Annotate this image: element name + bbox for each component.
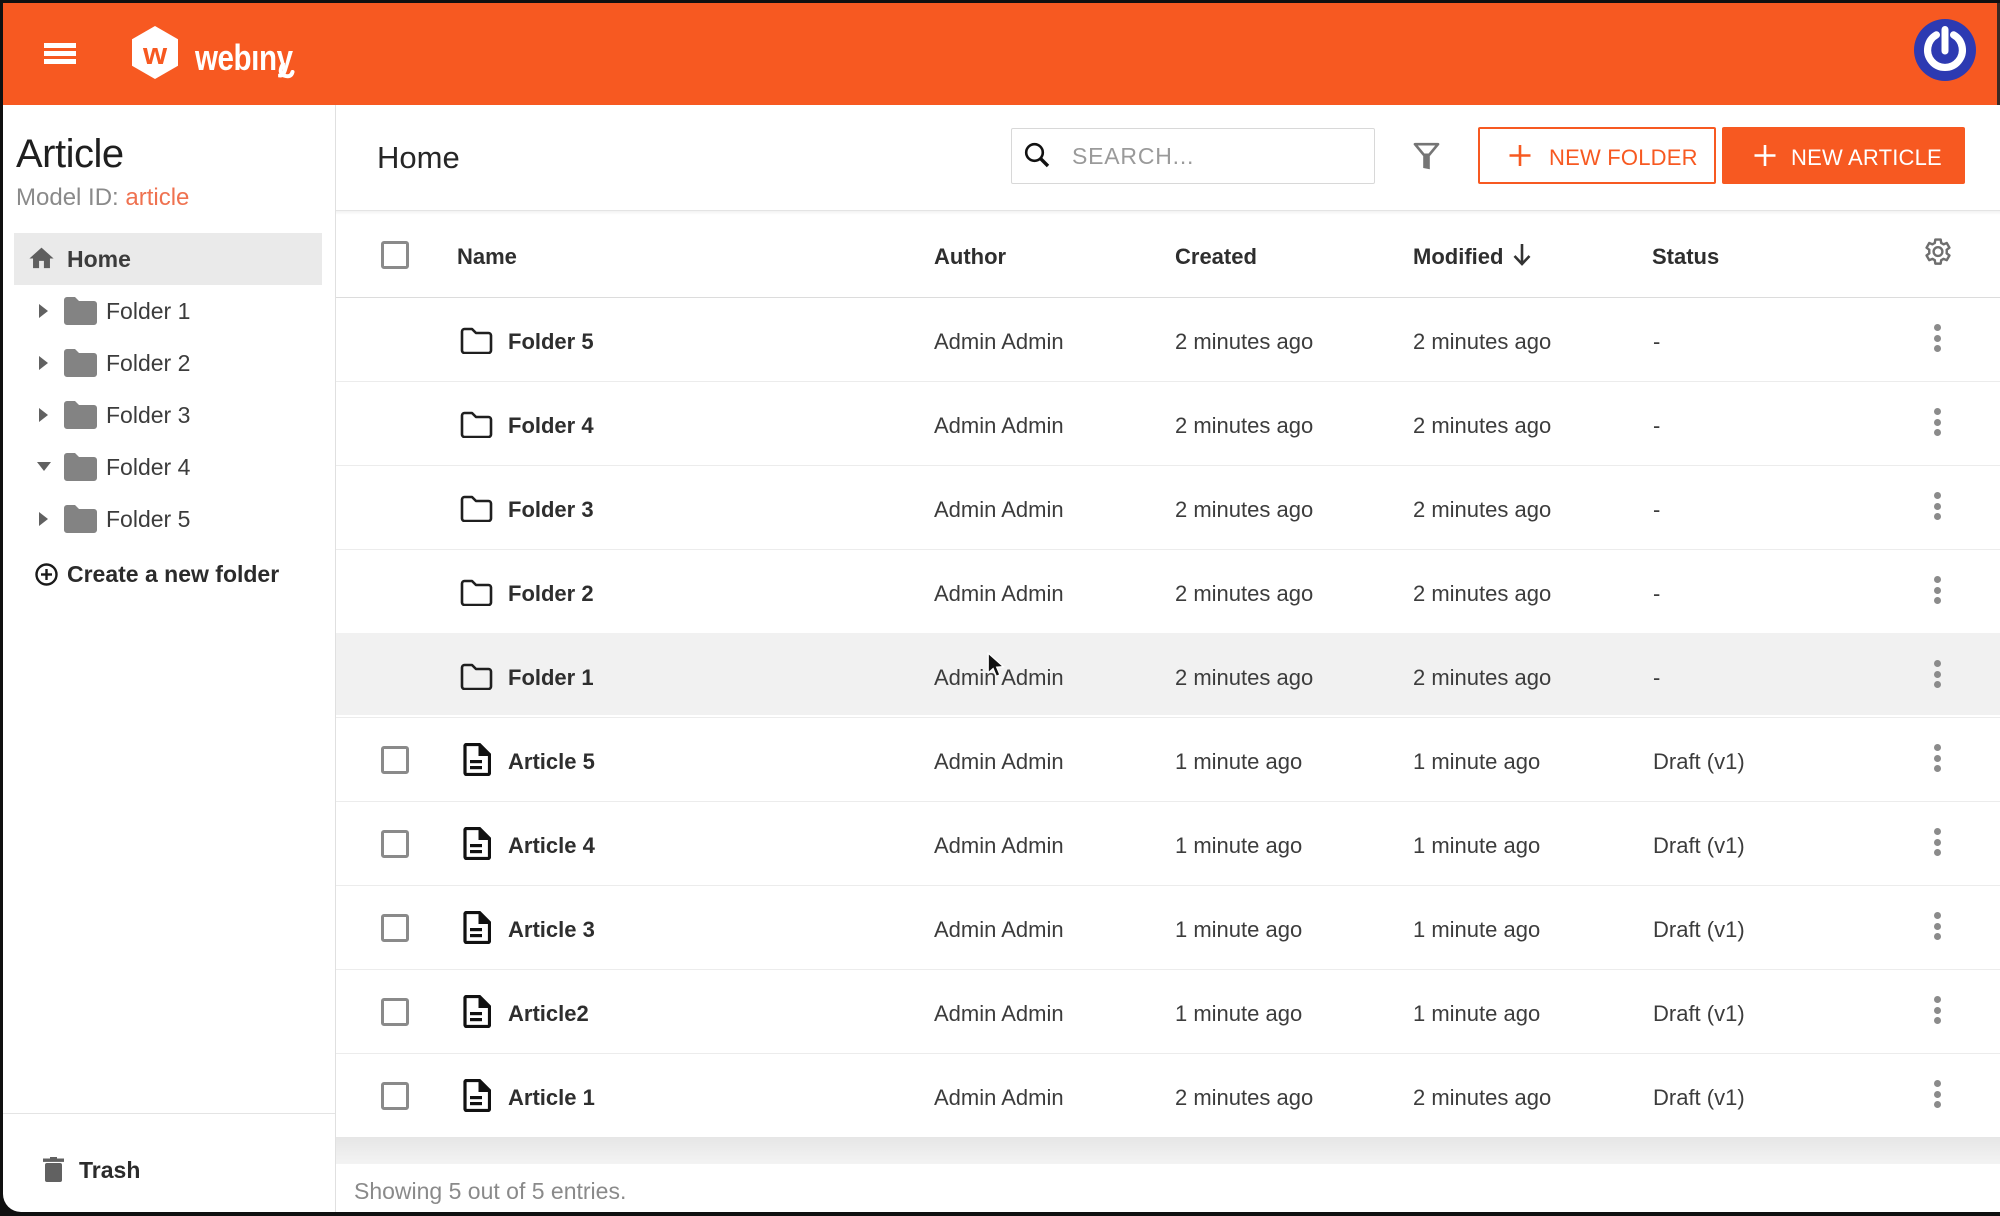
svg-text:w: w [142,36,168,71]
